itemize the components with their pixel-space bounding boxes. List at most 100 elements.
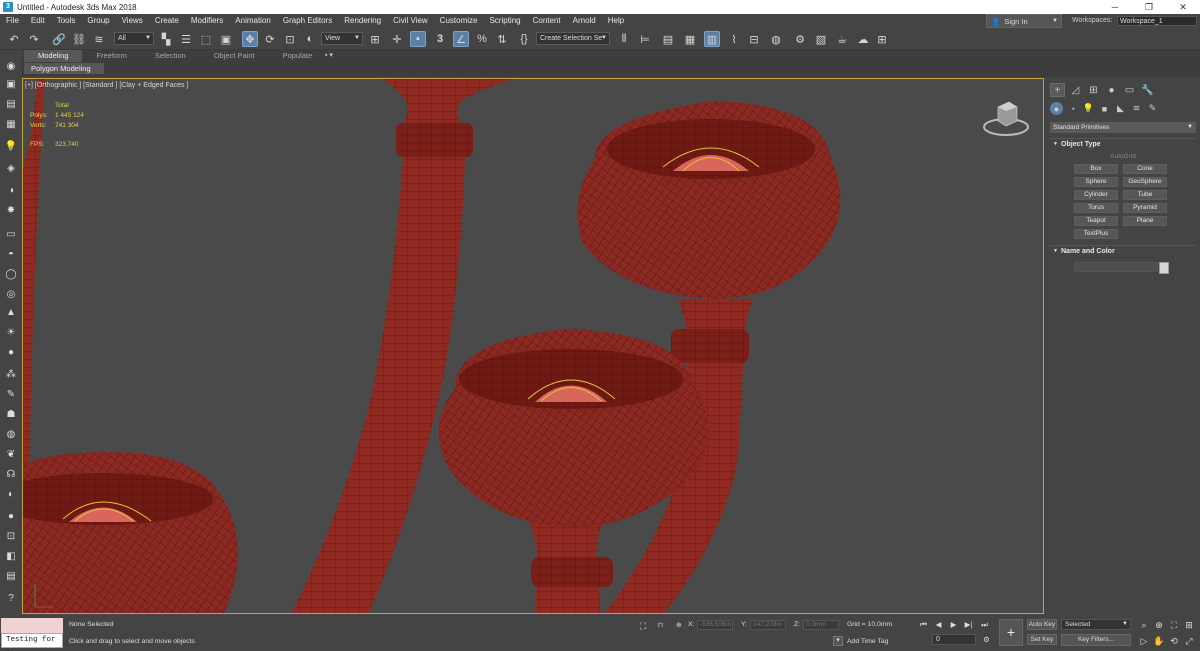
polygon-modeling-panel[interactable]: Polygon Modeling — [24, 63, 104, 74]
modify-tab-icon[interactable]: ◿ — [1068, 83, 1083, 97]
menu-edit[interactable]: Edit — [25, 14, 51, 28]
camera-icon[interactable]: ◈ — [3, 160, 19, 176]
rect-selection-icon[interactable]: ⬚ — [198, 31, 214, 47]
sphere-button[interactable]: Sphere — [1074, 177, 1118, 187]
x-coord-field[interactable]: -536,506m — [697, 620, 733, 630]
tab-modeling[interactable]: Modeling — [24, 50, 83, 62]
box-icon[interactable]: ▭ — [3, 226, 19, 242]
select-by-name-icon[interactable]: ☰ — [178, 31, 194, 47]
zoom-extents-all-icon[interactable]: ⊞ — [1183, 619, 1195, 631]
sphere-icon[interactable]: ◓ — [3, 246, 19, 262]
torus-button[interactable]: Torus — [1074, 203, 1118, 213]
auto-key-button[interactable]: Auto Key — [1027, 619, 1057, 630]
cone-button[interactable]: Cone — [1123, 164, 1167, 174]
ribbon-toggle-icon[interactable]: ▥ — [704, 31, 720, 47]
spacewarps-icon[interactable]: ≋ — [1130, 102, 1143, 115]
render-shortcut-icon[interactable]: ⊞ — [874, 31, 890, 47]
scene-explorer-icon[interactable]: ▤ — [3, 96, 19, 112]
geometry-icon[interactable]: ● — [1050, 102, 1063, 115]
tab-object-paint[interactable]: Object Paint — [200, 50, 269, 62]
tab-populate[interactable]: Populate — [269, 50, 327, 62]
schematic-view-icon[interactable]: ⊟ — [746, 31, 762, 47]
sign-in-dropdown[interactable]: 👤 Sign In ▼ — [986, 14, 1062, 28]
menu-arnold[interactable]: Arnold — [567, 14, 602, 28]
bones-icon[interactable]: ✎ — [3, 386, 19, 402]
geosphere-icon[interactable]: ◎ — [3, 286, 19, 302]
next-frame-icon[interactable]: ▶| — [963, 619, 974, 630]
zoom-all-icon[interactable]: ⊕ — [1153, 619, 1165, 631]
plane-button[interactable]: Plane — [1123, 216, 1167, 226]
menu-scripting[interactable]: Scripting — [483, 14, 526, 28]
torus-icon[interactable]: ◯ — [3, 266, 19, 282]
align-icon[interactable]: ⊨ — [637, 31, 653, 47]
named-selection-dropdown[interactable]: Create Selection Se ▼ — [536, 32, 610, 45]
viewport-label[interactable]: [+] [Orthographic ] [Standard ] [Clay + … — [25, 82, 188, 89]
spacewarp-icon[interactable]: ✸ — [3, 202, 19, 218]
material-icon[interactable]: ● — [3, 344, 19, 360]
time-config-icon[interactable]: ⚙ — [981, 634, 992, 645]
menu-content[interactable]: Content — [527, 14, 567, 28]
window-crossing-icon[interactable]: ▣ — [218, 31, 234, 47]
teapot-button[interactable]: Teapot — [1074, 216, 1118, 226]
scene-explorer-icon[interactable]: ▤ — [660, 31, 676, 47]
viewport-orthographic[interactable]: [+] [Orthographic ] [Standard ] [Clay + … — [22, 78, 1044, 614]
plant-icon[interactable]: ❦ — [3, 446, 19, 462]
maximize-button[interactable]: ❐ — [1132, 0, 1166, 14]
angle-snap-icon[interactable]: ∠ — [453, 31, 469, 47]
xref-icon[interactable]: ⊡ — [3, 528, 19, 544]
select-rotate-icon[interactable]: ⟳ — [262, 31, 278, 47]
layer-icon[interactable]: ▣ — [3, 76, 19, 92]
cylinder-button[interactable]: Cylinder — [1074, 190, 1118, 200]
place-icon[interactable]: ◐ — [302, 31, 318, 47]
edit-named-selection-icon[interactable]: {} — [516, 31, 532, 47]
pyramid-button[interactable]: Pyramid — [1123, 203, 1167, 213]
object-name-input[interactable] — [1074, 262, 1158, 272]
viewcube[interactable] — [981, 99, 1031, 139]
maximize-viewport-icon[interactable]: ⤢ — [1183, 635, 1195, 647]
scene-globe-icon[interactable]: ● — [3, 508, 19, 524]
menu-graph-editors[interactable]: Graph Editors — [277, 14, 338, 28]
isolate-selection-icon[interactable]: ⛶ — [640, 621, 646, 632]
key-mode-dropdown[interactable]: Selected ▼ — [1061, 619, 1131, 630]
utilities-tab-icon[interactable]: 🔧 — [1140, 83, 1155, 97]
shapes-icon[interactable]: ◔ — [1066, 102, 1079, 115]
menu-group[interactable]: Group — [81, 14, 115, 28]
workspace-dropdown[interactable]: Workspace_1 — [1117, 16, 1197, 26]
textplus-button[interactable]: TextPlus — [1074, 229, 1118, 239]
menu-views[interactable]: Views — [116, 14, 149, 28]
select-move-icon[interactable]: ✥ — [242, 31, 258, 47]
layer-explorer-icon[interactable]: ▦ — [682, 31, 698, 47]
rendered-frame-window-icon[interactable]: ▧ — [813, 31, 829, 47]
hierarchy-tab-icon[interactable]: ⊞ — [1086, 83, 1101, 97]
set-key-toggle[interactable]: + — [999, 619, 1023, 646]
select-manipulate-icon[interactable]: ✛ — [389, 31, 405, 47]
close-button[interactable]: ✕ — [1166, 0, 1200, 14]
bind-spacewarp-icon[interactable]: ≋ — [91, 31, 107, 47]
minimize-button[interactable]: ─ — [1098, 0, 1132, 14]
particles-icon[interactable]: ⁂ — [3, 366, 19, 382]
tube-button[interactable]: Tube — [1123, 190, 1167, 200]
y-coord-field[interactable]: 147,278m — [750, 620, 786, 630]
light-icon[interactable]: 💡 — [3, 138, 19, 154]
menu-create[interactable]: Create — [149, 14, 185, 28]
orbit-icon[interactable]: ⟲ — [1168, 635, 1180, 647]
sun-icon[interactable]: ☀ — [3, 324, 19, 340]
spinner-snap-icon[interactable]: ⇅ — [494, 31, 510, 47]
menu-help[interactable]: Help — [602, 14, 630, 28]
material-editor-icon[interactable]: ◍ — [768, 31, 784, 47]
menu-file[interactable]: File — [0, 14, 25, 28]
biped-icon[interactable]: ☗ — [3, 406, 19, 422]
menu-animation[interactable]: Animation — [229, 14, 277, 28]
select-scale-icon[interactable]: ⊡ — [282, 31, 298, 47]
ribbon-options-button[interactable]: ▪ ▾ — [325, 51, 333, 59]
selection-filter-dropdown[interactable]: All ▼ — [114, 32, 154, 45]
zoom-extents-icon[interactable]: ⛶ — [1168, 619, 1180, 631]
reference-coord-dropdown[interactable]: View ▼ — [321, 32, 363, 45]
redo-icon[interactable]: ↷ — [26, 31, 42, 47]
unlink-icon[interactable]: ⛓ — [71, 31, 87, 47]
tab-freeform[interactable]: Freeform — [82, 50, 140, 62]
current-frame-field[interactable]: 0 — [932, 634, 976, 645]
field-of-view-icon[interactable]: ▷ — [1138, 635, 1150, 647]
set-key-button[interactable]: Set Key — [1027, 634, 1057, 645]
menu-tools[interactable]: Tools — [51, 14, 82, 28]
